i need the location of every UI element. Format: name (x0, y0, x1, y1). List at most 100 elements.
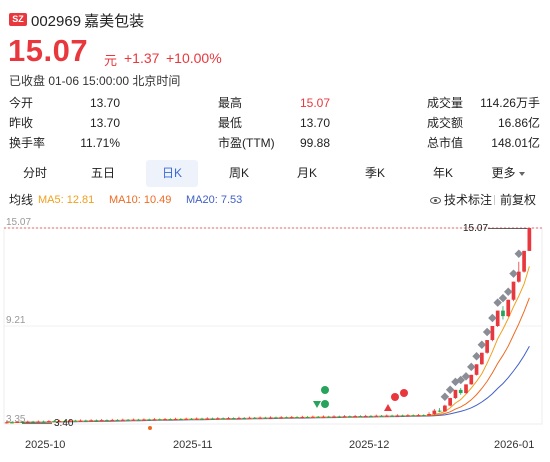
candle-body (527, 228, 532, 251)
candle-body (316, 416, 321, 418)
candle-body (326, 416, 331, 418)
candle-body (485, 340, 489, 353)
eye-icon (430, 197, 441, 205)
candle-body (215, 418, 220, 420)
candle-body (347, 416, 352, 418)
signal-diamond (488, 313, 497, 323)
candle-body (295, 417, 299, 419)
signal-diamond (503, 287, 513, 296)
candle-body (115, 419, 120, 421)
tab-daily-k[interactable]: 日K (146, 160, 198, 187)
candle-body (157, 419, 162, 421)
candle-body (184, 418, 189, 420)
x-tick-label: 2026-01 (494, 439, 534, 451)
candle-body (83, 420, 88, 422)
candle-body (252, 417, 257, 419)
stat-value-prev-close: 13.70 (89, 116, 120, 130)
forward-adjust-button[interactable]: 前复权 (493, 192, 536, 208)
market-status: 已收盘 01-06 15:00:00 北京时间 (9, 74, 181, 88)
stat-label-volume: 成交量 (427, 96, 464, 110)
candle-body (279, 417, 284, 419)
signal-diamond (509, 269, 518, 278)
tab-quarterly-k[interactable]: 季K (350, 160, 400, 187)
signal-diamond (445, 385, 455, 394)
candle-body (99, 420, 104, 422)
candle-body (36, 421, 41, 423)
x-tick-label: 2025-11 (173, 439, 213, 451)
signal-diamond (472, 352, 481, 361)
signal-diamond (477, 340, 487, 350)
stat-label-pe-ttm: 市盈(TTM) (218, 136, 275, 150)
candle-body (179, 418, 183, 420)
candle-body (300, 416, 305, 418)
candle-body (374, 415, 379, 417)
technical-annotation-toggle[interactable]: 技术标注 (430, 192, 492, 208)
candle-body (15, 421, 20, 423)
candle-body (25, 421, 30, 423)
signal-diamond (467, 362, 476, 372)
tab-five-day[interactable]: 五日 (78, 160, 128, 187)
stock-title: 002969 嘉美包装 (31, 10, 144, 31)
candle-body (448, 398, 453, 406)
tab-yearly-k[interactable]: 年K (418, 160, 468, 187)
tab-weekly-k[interactable]: 周K (214, 160, 264, 187)
candle-body (126, 419, 130, 421)
stat-label-turnover-rate: 换手率 (9, 136, 46, 150)
ma5-value: MA5: 12.81 (38, 194, 95, 206)
tab-more[interactable]: 更多 (480, 160, 536, 187)
tab-monthly-k[interactable]: 月K (282, 160, 332, 187)
candle-body (289, 417, 294, 419)
stat-value-low: 13.70 (299, 116, 330, 130)
stat-label-turnover-amount: 成交额 (427, 116, 464, 130)
candle-body (501, 310, 505, 317)
stats-grid: 今开 13.70 最高 15.07 成交量 114.26万手 昨收 13.70 … (0, 94, 550, 154)
candle-body (506, 299, 511, 317)
kline-chart[interactable]: 15.079.213.3515.073.402025-10 2025-11 2025… (0, 212, 550, 462)
candle-body (332, 416, 336, 418)
stat-label-low: 最低 (218, 116, 243, 130)
price-unit: 元 (104, 53, 118, 68)
ma10-value: MA10: 10.49 (109, 194, 172, 206)
signal-dot (391, 393, 399, 401)
candle-body (73, 420, 78, 422)
candle-body (168, 419, 173, 421)
candle-body (511, 281, 516, 300)
candle-body (416, 415, 421, 417)
candle-body (10, 422, 14, 424)
signal-triangle (313, 401, 321, 408)
signal-dot (148, 426, 152, 430)
stat-value-turnover-amount: 16.86亿 (497, 116, 540, 130)
candle-body (274, 417, 278, 419)
candle-body (284, 417, 289, 419)
candle-body (194, 418, 199, 420)
ma-label: 均线 (9, 193, 34, 207)
candle-body (464, 384, 468, 394)
candle-body (131, 419, 136, 421)
ma20-value: MA20: 7.53 (186, 194, 243, 206)
price-change-percent: +10.00% (166, 50, 222, 66)
candle-body (400, 415, 405, 417)
stat-label-prev-close: 昨收 (9, 116, 34, 130)
stat-label-open: 今开 (9, 96, 34, 110)
candle-body (495, 310, 500, 326)
candle-body (226, 418, 231, 420)
candle-body (421, 415, 426, 417)
candle-body (363, 415, 368, 417)
technical-annotation-label: 技术标注 (444, 193, 493, 207)
candle-body (41, 421, 46, 423)
candle-body (142, 419, 146, 421)
candle-body (490, 326, 495, 341)
signal-dot (321, 386, 329, 394)
signal-diamond (482, 327, 492, 337)
candle-body (205, 418, 210, 420)
candle-body (120, 419, 125, 421)
candle-body (210, 418, 215, 420)
candle-body (474, 364, 479, 375)
candle-body (105, 420, 109, 422)
candle-body (89, 420, 93, 422)
candle-body (311, 416, 315, 418)
candle-body (231, 418, 236, 420)
tab-intraday[interactable]: 分时 (10, 160, 60, 187)
signal-triangle (384, 404, 392, 411)
candle-body (321, 416, 326, 418)
